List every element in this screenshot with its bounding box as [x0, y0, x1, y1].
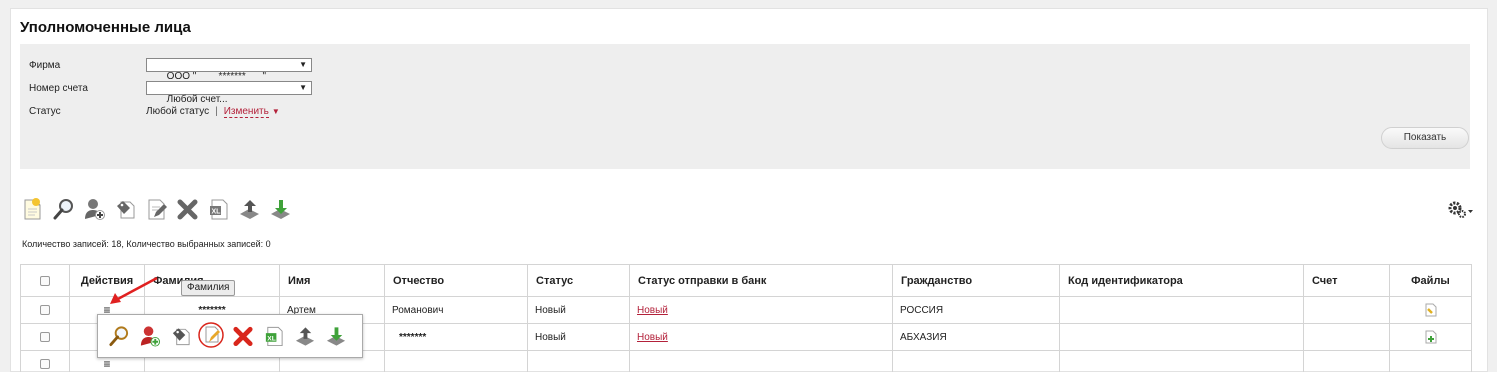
toolbar: XL	[21, 197, 300, 223]
upload-icon[interactable]	[238, 197, 261, 221]
page-title: Уполномоченные лица	[20, 19, 191, 36]
status-value: Любой статус	[146, 106, 210, 117]
col-header-name[interactable]: Имя	[279, 264, 385, 297]
cell-patronymic: Романович	[384, 296, 528, 324]
cell-files	[1389, 296, 1472, 324]
cell-status: Новый	[527, 323, 630, 351]
cell-account	[1303, 296, 1390, 324]
cell-id-code	[1059, 350, 1304, 372]
account-select[interactable]: Любой счет... ▼	[146, 81, 312, 105]
add-person-icon[interactable]	[139, 324, 161, 348]
cell-account	[1303, 323, 1390, 351]
col-header-files: Файлы	[1389, 264, 1472, 297]
cell-id-code	[1059, 296, 1304, 324]
download-icon[interactable]	[269, 197, 292, 221]
col-header-account[interactable]: Счет	[1303, 264, 1390, 297]
column-tooltip: Фамилия	[181, 280, 236, 296]
col-header-bank-status[interactable]: Статус отправки в банк	[629, 264, 893, 297]
row-checkbox[interactable]	[40, 358, 50, 369]
add-person-icon[interactable]	[83, 197, 106, 221]
edit-icon[interactable]	[198, 322, 224, 348]
cell-bank-status	[629, 350, 893, 372]
filter-panel: Фирма ООО " ******* " ▼ Номер счета Любо…	[20, 44, 1470, 169]
tag-icon[interactable]	[170, 324, 192, 348]
excel-export-icon[interactable]: XL	[207, 197, 230, 221]
status-label: Статус	[29, 106, 61, 117]
add-file-icon[interactable]	[1424, 330, 1437, 344]
download-icon[interactable]	[325, 324, 347, 348]
cell-patronymic: *******	[384, 323, 528, 351]
svg-text:XL: XL	[212, 209, 222, 216]
excel-export-icon[interactable]: XL	[263, 324, 285, 348]
status-filter: Любой статус | Изменить ▼	[146, 106, 280, 118]
cell-citizenship	[892, 350, 1060, 372]
row-checkbox[interactable]	[40, 331, 50, 342]
cell-bank-status: Новый	[629, 323, 893, 351]
svg-text:XL: XL	[267, 335, 276, 342]
row-checkbox-cell[interactable]	[20, 350, 70, 372]
delete-icon[interactable]	[176, 197, 199, 221]
cell-account	[1303, 350, 1390, 372]
firm-label: Фирма	[29, 60, 61, 71]
cell-citizenship: РОССИЯ	[892, 296, 1060, 324]
chevron-down-icon[interactable]: ▼	[272, 107, 280, 116]
cell-files	[1389, 350, 1472, 372]
status-change-link[interactable]: Изменить	[223, 106, 269, 118]
show-button[interactable]: Показать	[1381, 127, 1469, 149]
status-separator: |	[215, 106, 218, 117]
menu-icon[interactable]: ≡	[103, 357, 110, 371]
account-label: Номер счета	[29, 83, 88, 94]
row-actions-popup: XL	[97, 314, 363, 358]
row-checkbox[interactable]	[40, 304, 50, 315]
gear-icon	[1448, 201, 1473, 218]
col-header-id-code[interactable]: Код идентификатора	[1059, 264, 1304, 297]
bank-status-link[interactable]: Новый	[637, 305, 668, 316]
firm-select[interactable]: ООО " ******* " ▼	[146, 58, 312, 82]
table-header-row: Действия Фамилия Имя Отчество Статус Ста…	[20, 264, 1472, 297]
tag-icon[interactable]	[114, 197, 137, 221]
cell-patronymic	[384, 350, 528, 372]
delete-icon[interactable]	[232, 324, 254, 348]
file-tag-icon[interactable]	[1424, 303, 1437, 317]
chevron-down-icon: ▼	[299, 60, 307, 69]
select-all-checkbox[interactable]	[40, 275, 50, 286]
red-arrow-annotation	[110, 276, 158, 304]
search-icon[interactable]	[108, 324, 130, 348]
col-header-patronymic[interactable]: Отчество	[384, 264, 528, 297]
cell-bank-status: Новый	[629, 296, 893, 324]
search-icon[interactable]	[52, 197, 75, 221]
settings-button[interactable]	[1447, 199, 1475, 221]
cell-id-code	[1059, 323, 1304, 351]
new-document-icon[interactable]	[21, 197, 44, 221]
col-header-citizenship[interactable]: Гражданство	[892, 264, 1060, 297]
row-checkbox-cell[interactable]	[20, 296, 70, 324]
cell-status: Новый	[527, 296, 630, 324]
account-select-value: Любой счет...	[166, 94, 228, 105]
edit-icon[interactable]	[145, 197, 168, 221]
bank-status-link[interactable]: Новый	[637, 332, 668, 343]
cell-citizenship: АБХАЗИЯ	[892, 323, 1060, 351]
row-checkbox-cell[interactable]	[20, 323, 70, 351]
select-all-checkbox-cell[interactable]	[20, 264, 70, 297]
records-counter: Количество записей: 18, Количество выбра…	[22, 239, 271, 249]
col-header-status[interactable]: Статус	[527, 264, 630, 297]
cell-files	[1389, 323, 1472, 351]
upload-icon[interactable]	[294, 324, 316, 348]
chevron-down-icon: ▼	[299, 83, 307, 92]
cell-status	[527, 350, 630, 372]
